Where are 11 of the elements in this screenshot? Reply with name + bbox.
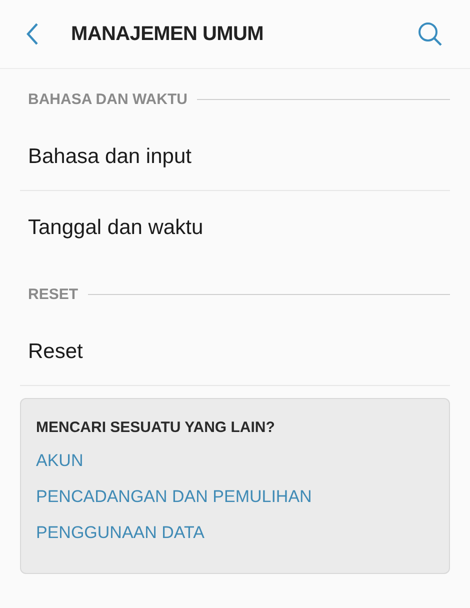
settings-item[interactable]: Reset	[20, 319, 450, 386]
search-button[interactable]	[417, 21, 443, 47]
search-icon	[417, 21, 443, 47]
section-header: BAHASA DAN WAKTU	[28, 90, 188, 108]
back-button[interactable]	[25, 22, 41, 46]
settings-item[interactable]: Bahasa dan input	[20, 124, 450, 191]
card-title: MENCARI SESUATU YANG LAIN?	[36, 419, 275, 436]
section-header: RESET	[28, 286, 78, 302]
settings-item[interactable]: Tanggal dan waktu	[20, 191, 450, 264]
screen-title: MANAJEMEN UMUM	[71, 22, 264, 46]
back-icon	[25, 22, 39, 46]
